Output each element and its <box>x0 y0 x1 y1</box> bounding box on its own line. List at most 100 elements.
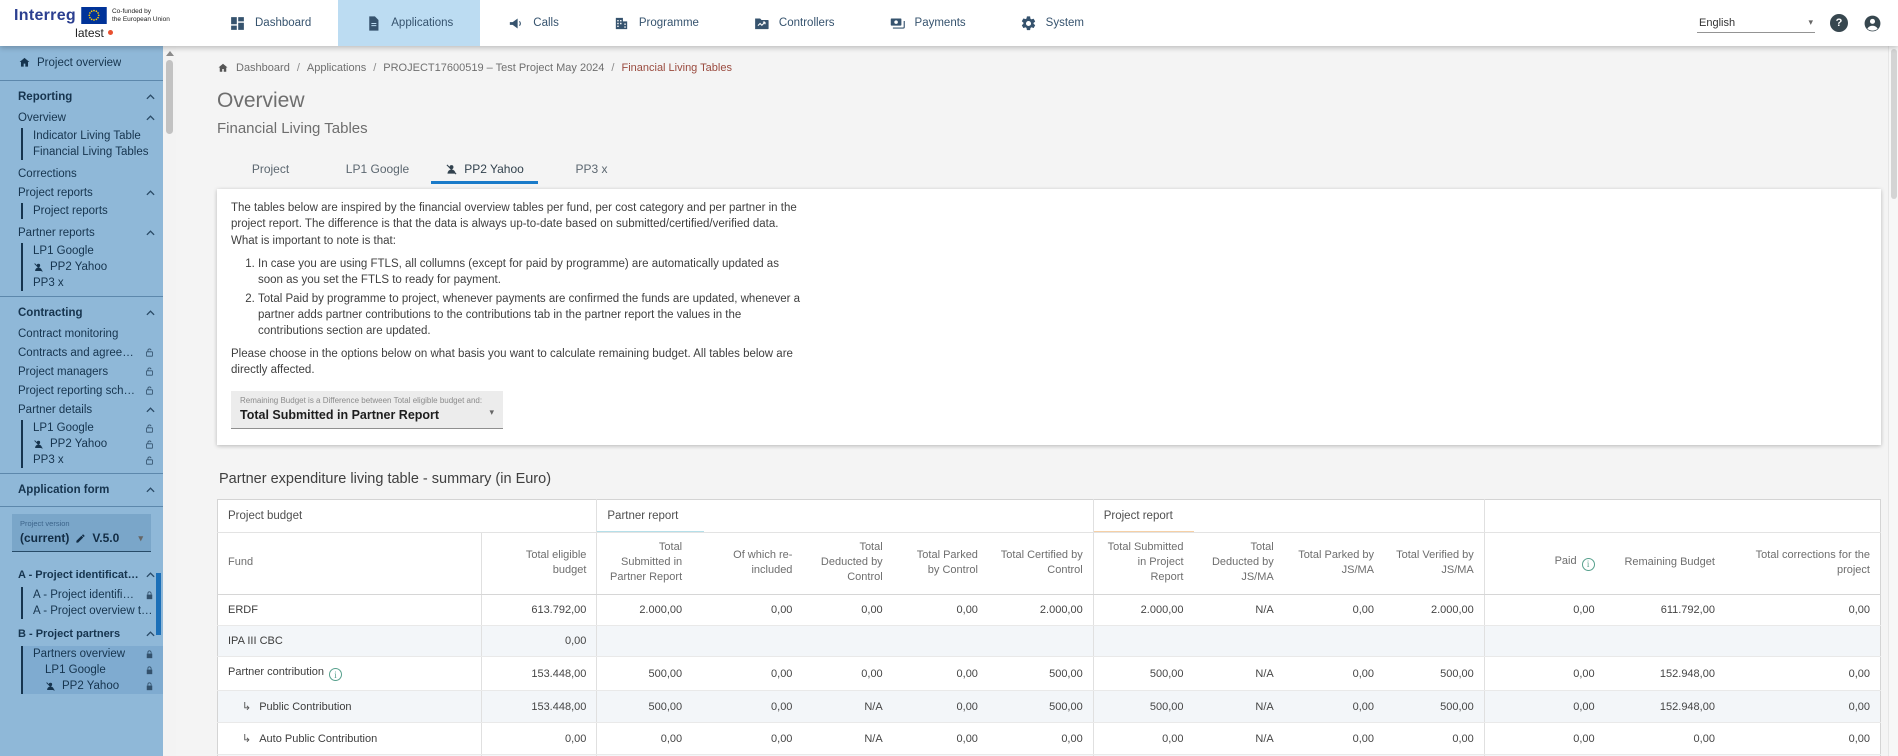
breadcrumb-link[interactable]: PROJECT17600519 – Test Project May 2024 <box>383 62 604 74</box>
sidebar-item-pp2-yahoo[interactable]: PP2 Yahoo <box>23 436 163 452</box>
account-icon[interactable] <box>1863 14 1882 33</box>
sidebar-item-lp1-google[interactable]: LP1 Google <box>23 243 163 259</box>
page-scrollbar[interactable] <box>1888 46 1898 756</box>
cell: 0,00 <box>481 722 597 756</box>
project-version-select[interactable]: Project version (current) V.5.0 ▾ <box>12 514 151 552</box>
sidebar-item-partners-overview[interactable]: Partners overview <box>23 646 163 662</box>
cell: 0,00 <box>1483 656 1605 692</box>
column-header: Total Parked by JS/MA <box>1283 532 1385 595</box>
tab-pp2-yahoo[interactable]: PP2 Yahoo <box>431 154 538 184</box>
cell: 0,00 <box>1283 690 1385 724</box>
divider <box>0 473 163 474</box>
column-header: Total Submitted in Project Report <box>1092 532 1194 595</box>
breadcrumb-link[interactable]: Dashboard <box>236 62 290 74</box>
gear-icon <box>1020 15 1037 32</box>
chevron-down-icon: ▾ <box>1808 17 1813 27</box>
sidebar-section-contracting[interactable]: Contracting <box>0 302 163 324</box>
lock-open-icon <box>144 385 155 396</box>
info-icon[interactable]: i <box>329 668 342 682</box>
info-icon[interactable]: i <box>1581 557 1595 571</box>
nav-item-applications[interactable]: Applications <box>338 0 481 46</box>
scrollbar-thumb[interactable] <box>166 60 173 134</box>
cell: 0,00 <box>692 656 803 692</box>
dashboard-icon <box>229 15 246 32</box>
sidebar-item-project-managers[interactable]: Project managers <box>0 362 163 381</box>
scrollbar-thumb[interactable] <box>1890 49 1897 199</box>
cell: 0,00 <box>1283 594 1385 626</box>
cell: 2.000,00 <box>596 594 693 626</box>
chevron-up-icon <box>146 189 155 196</box>
sidebar-item-lp1-google[interactable]: LP1 Google <box>23 662 163 678</box>
top-navbar: Interreg Co-funded by the European Union… <box>0 0 1898 46</box>
breadcrumb-link[interactable]: Applications <box>307 62 366 74</box>
home-icon[interactable] <box>217 62 229 74</box>
sidebar-section-partner-details[interactable]: Partner details <box>0 400 163 419</box>
cell: 0,00 <box>1483 690 1605 724</box>
sidebar-item-project-reports[interactable]: Project reports <box>23 203 163 219</box>
column-header: Total corrections for the project <box>1724 532 1881 595</box>
sidebar-item-pp2-yahoo[interactable]: PP2 Yahoo <box>23 678 163 694</box>
column-header: Total Deducted by Control <box>802 532 893 595</box>
sidebar-section-b-project-partners[interactable]: B - Project partners <box>0 623 163 645</box>
intro-text: The tables below are inspired by the fin… <box>231 200 801 378</box>
column-header-fund: Fund <box>217 532 482 595</box>
sidebar-section-application-form[interactable]: Application form <box>0 479 163 501</box>
sidebar-section-project-reports[interactable]: Project reports <box>0 183 163 202</box>
nav-item-programme[interactable]: Programme <box>586 0 726 46</box>
sidebar-section-partner-reports[interactable]: Partner reports <box>0 223 163 242</box>
nav-item-controllers[interactable]: Controllers <box>726 0 862 46</box>
nav-item-system[interactable]: System <box>993 0 1111 46</box>
cell: 0,00 <box>481 625 597 657</box>
table-row-partner-contribution: Partner contribution i 153.448,00 500,00 … <box>217 656 1881 692</box>
sidebar-item-overview[interactable]: Overview <box>0 108 163 127</box>
tab-lp1-google[interactable]: LP1 Google <box>324 154 431 184</box>
sidebar-item-lp1-google[interactable]: LP1 Google <box>23 420 163 436</box>
sidebar-item-a-project-identification[interactable]: A - Project identification <box>23 587 163 603</box>
column-header: Remaining Budget <box>1604 532 1725 595</box>
nav-item-payments[interactable]: Payments <box>862 0 993 46</box>
partner-expenditure-summary-table: Project budget Partner report Project re… <box>217 499 1881 756</box>
cell <box>1283 625 1385 657</box>
sidebar-item-a-project-overview-tables[interactable]: A - Project overview tables <box>23 603 163 619</box>
nav-item-dashboard[interactable]: Dashboard <box>202 0 338 46</box>
person-off-icon <box>33 262 44 273</box>
sidebar-item-project-overview[interactable]: Project overview <box>0 50 163 75</box>
sidebar-item-pp2-yahoo[interactable]: PP2 Yahoo <box>23 259 163 275</box>
sidebar-section-reporting[interactable]: Reporting <box>0 86 163 108</box>
chevron-up-icon <box>146 94 155 100</box>
cell: 0,00 <box>596 722 693 756</box>
column-header: Total Certified by Control <box>987 532 1094 595</box>
cell: N/A <box>1193 656 1284 692</box>
tab-pp3-x[interactable]: PP3 x <box>538 154 645 184</box>
cell: 0,00 <box>1724 722 1881 756</box>
sidebar-section-a-project-identification[interactable]: A - Project identification <box>0 564 163 586</box>
lock-closed-icon <box>144 590 155 601</box>
remaining-budget-basis-select[interactable]: Remaining Budget is a Difference between… <box>231 391 503 430</box>
brand-logo[interactable]: Interreg Co-funded by the European Union… <box>14 0 174 46</box>
lock-closed-icon <box>144 649 155 660</box>
brand-name: Interreg <box>14 6 76 24</box>
sidebar-item-contract-monitoring[interactable]: Contract monitoring <box>0 324 163 343</box>
sidebar-item-project-reporting-schedule[interactable]: Project reporting schedule <box>0 381 163 400</box>
subitem-arrow-icon: ↳ <box>242 701 252 714</box>
sidebar-item-indicator-living-table[interactable]: Indicator Living Table <box>23 128 163 144</box>
cell: 613.792,00 <box>481 594 597 626</box>
sidebar-item-pp3-x[interactable]: PP3 x <box>23 275 163 291</box>
sidebar-inner-scrollbar[interactable] <box>156 573 161 635</box>
cell: 0,00 <box>892 690 988 724</box>
help-icon[interactable]: ? <box>1830 14 1848 32</box>
cell: 500,00 <box>1384 656 1485 692</box>
language-select[interactable]: English ▾ <box>1697 14 1815 33</box>
cell: 0,00 <box>1283 722 1385 756</box>
sidebar-item-pp3-x[interactable]: PP3 x <box>23 452 163 468</box>
breadcrumb: Dashboard / Applications / PROJECT176005… <box>217 62 1881 74</box>
tab-project[interactable]: Project <box>217 154 324 184</box>
chevron-up-icon <box>146 114 155 121</box>
sidebar-scrollbar[interactable] <box>163 46 176 756</box>
cell: 0,00 <box>1483 722 1605 756</box>
sidebar-item-contracts-agreements[interactable]: Contracts and agreements <box>0 343 163 362</box>
scroll-up-arrow[interactable] <box>165 51 174 56</box>
sidebar-item-financial-living-tables[interactable]: Financial Living Tables <box>23 144 163 160</box>
nav-item-calls[interactable]: Calls <box>480 0 586 46</box>
sidebar-item-corrections[interactable]: Corrections <box>0 164 163 183</box>
